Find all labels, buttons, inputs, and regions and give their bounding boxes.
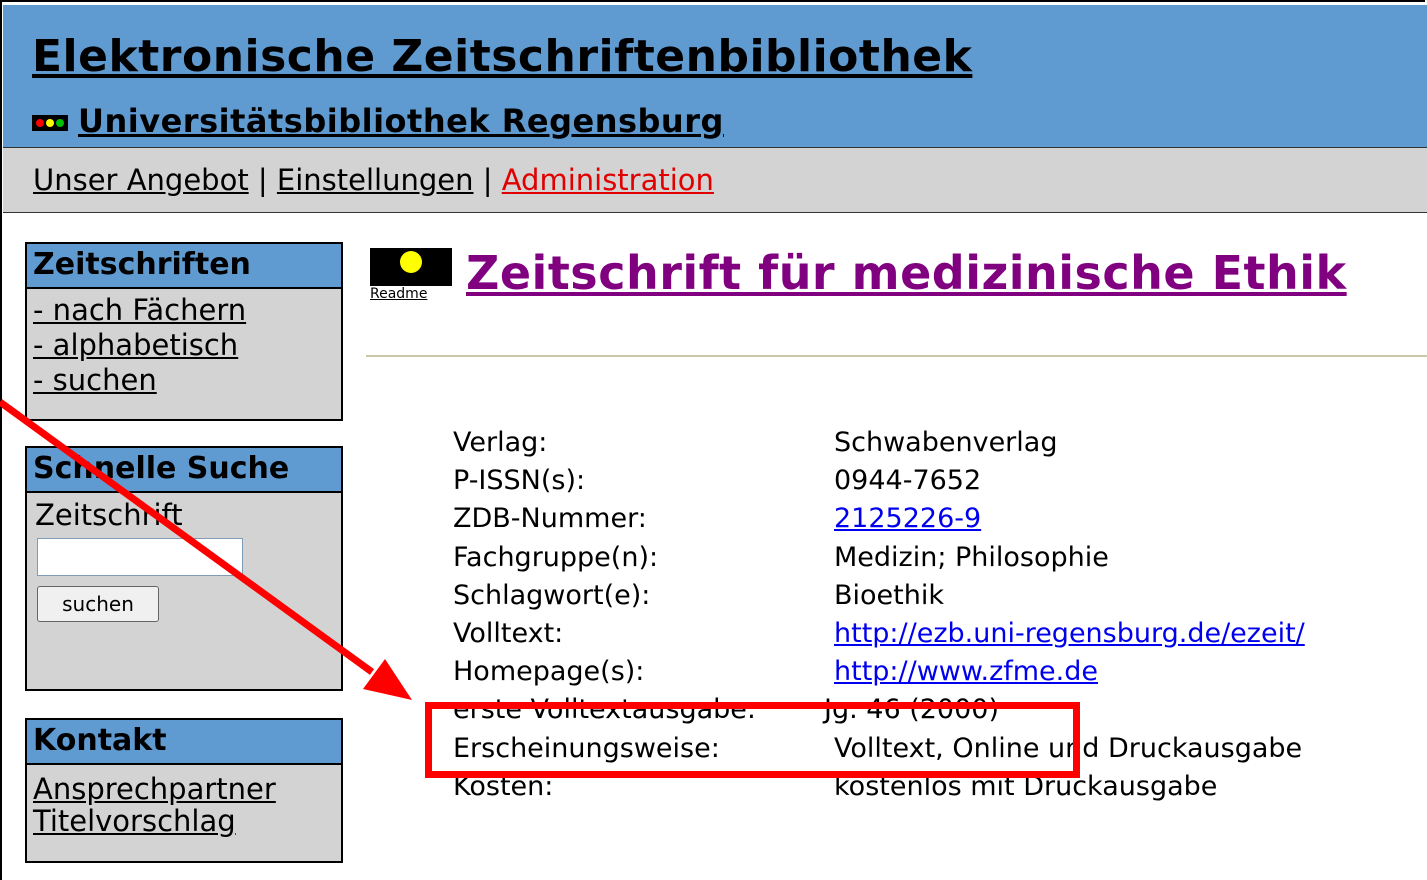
site-title[interactable]: Elektronische Zeitschriftenbibliothek <box>32 35 972 79</box>
site-header: Elektronische Zeitschriftenbibliothek Un… <box>3 5 1427 147</box>
sidebar-contact-box: Kontakt Ansprechpartner Titelvorschlag <box>25 718 343 863</box>
sidebar-journals-links: - nach Fächern - alphabetisch - suchen <box>27 289 341 402</box>
sidebar-quick-search-box: Schnelle Suche Zeitschrift suchen <box>25 446 343 691</box>
detail-label: Volltext: <box>453 617 564 649</box>
sidebar-link-alphabetisch[interactable]: - alphabetisch <box>33 328 335 363</box>
nav-separator: | <box>482 163 493 197</box>
traffic-light-green <box>56 119 64 127</box>
top-navbar: Unser Angebot | Einstellungen | Administ… <box>3 147 1427 213</box>
nav-unser-angebot[interactable]: Unser Angebot <box>33 163 249 197</box>
availability-dot-icon <box>400 251 422 273</box>
divider <box>366 355 1427 357</box>
quick-search-heading: Schnelle Suche <box>27 448 341 493</box>
nav-einstellungen[interactable]: Einstellungen <box>277 163 474 197</box>
quick-search-label: Zeitschrift <box>35 498 183 532</box>
sidebar-link-suchen[interactable]: - suchen <box>33 363 335 398</box>
detail-label: Homepage(s): <box>453 656 645 688</box>
detail-label: ZDB-Nummer: <box>453 503 647 535</box>
sidebar-link-nach-faechern[interactable]: - nach Fächern <box>33 293 335 328</box>
traffic-light-yellow <box>46 119 54 127</box>
detail-label: Schlagwort(e): <box>453 579 651 611</box>
quick-search-button[interactable]: suchen <box>37 586 159 622</box>
detail-value-publisher: Schwabenverlag <box>834 427 1058 458</box>
contact-link-ansprechpartner[interactable]: Ansprechpartner <box>33 773 335 805</box>
detail-value-pissn: 0944-7652 <box>834 465 982 497</box>
detail-value-keywords: Bioethik <box>834 579 944 611</box>
detail-link-zdb-number[interactable]: 2125226-9 <box>834 500 981 538</box>
traffic-light-icon <box>32 115 68 131</box>
readme-label[interactable]: Readme <box>370 286 427 302</box>
annotation-highlight-box <box>425 702 1080 778</box>
nav-separator: | <box>257 163 268 197</box>
quick-search-input[interactable] <box>37 538 243 576</box>
detail-label: Verlag: <box>453 427 548 458</box>
nav-links: Unser Angebot | Einstellungen | Administ… <box>33 166 714 195</box>
detail-value-subject-groups: Medizin; Philosophie <box>834 541 1109 573</box>
detail-link-fulltext[interactable]: http://ezb.uni-regensburg.de/ezeit/ <box>834 615 1305 653</box>
contact-links: Ansprechpartner Titelvorschlag <box>27 765 341 841</box>
sidebar-journals-heading: Zeitschriften <box>27 244 341 289</box>
contact-heading: Kontakt <box>27 720 341 765</box>
sidebar-journals-box: Zeitschriften - nach Fächern - alphabeti… <box>25 242 343 421</box>
detail-label: P-ISSN(s): <box>453 465 586 497</box>
journal-title[interactable]: Zeitschrift für medizinische Ethik <box>466 250 1347 296</box>
detail-label: Fachgruppe(n): <box>453 541 659 573</box>
detail-link-homepage[interactable]: http://www.zfme.de <box>834 653 1098 691</box>
institution-link[interactable]: Universitätsbibliothek Regensburg <box>78 105 724 137</box>
contact-link-titelvorschlag[interactable]: Titelvorschlag <box>33 805 335 837</box>
readme-icon[interactable]: Readme <box>370 248 452 302</box>
traffic-light-red <box>36 119 44 127</box>
nav-administration[interactable]: Administration <box>502 163 714 197</box>
